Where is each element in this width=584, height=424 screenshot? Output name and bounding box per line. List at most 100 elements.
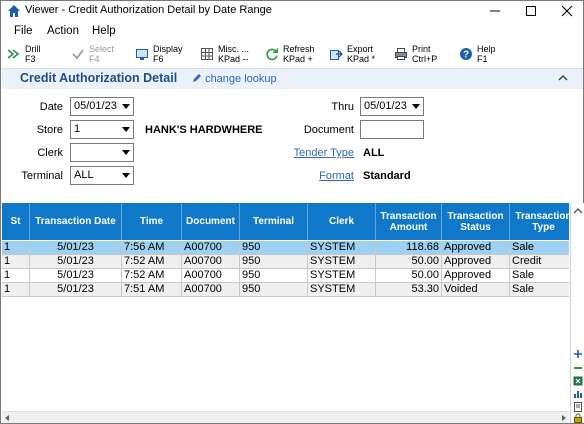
column-header[interactable]: Transaction Type: [510, 203, 569, 240]
store-combo[interactable]: 1: [70, 120, 134, 139]
table-cell: 1: [2, 269, 30, 283]
scroll-right-icon[interactable]: [562, 415, 566, 421]
column-header[interactable]: Clerk: [308, 203, 376, 240]
close-button[interactable]: [549, 1, 584, 21]
page-title: Credit Authorization Detail: [20, 71, 178, 85]
drill-key: F3: [25, 54, 36, 64]
page-icon[interactable]: [573, 402, 583, 412]
print-label: Print: [412, 44, 431, 54]
print-button[interactable]: Print Ctrl+P: [394, 42, 452, 68]
minus-icon[interactable]: [573, 363, 583, 373]
table-cell: 1: [2, 255, 30, 269]
drill-button[interactable]: Drill F3: [7, 42, 65, 68]
change-lookup-label: change lookup: [205, 73, 277, 85]
export-button[interactable]: Export KPad *: [329, 42, 387, 68]
document-label: Document: [303, 124, 354, 136]
column-header[interactable]: St: [2, 203, 30, 240]
table-cell: Credit: [510, 255, 569, 269]
grid-header: St Transaction Date Time Document Terminal Cl…: [2, 203, 569, 240]
excel-icon[interactable]: [573, 376, 583, 386]
chart-icon[interactable]: [573, 389, 583, 399]
table-cell: 7:51 AM: [122, 283, 182, 297]
clerk-combo[interactable]: [70, 143, 134, 162]
table-row[interactable]: 1 5/01/23 7:51 AM A00700 950 SYSTEM 53.30 Voide…: [2, 283, 569, 297]
maximize-button[interactable]: [513, 1, 549, 21]
scroll-left-icon[interactable]: [5, 415, 9, 421]
menu-action[interactable]: Action: [47, 25, 79, 37]
home-icon: [8, 5, 20, 17]
help-label: Help: [477, 44, 496, 54]
date-label: Date: [39, 101, 63, 113]
terminal-combo[interactable]: ALL: [70, 166, 134, 185]
menu-help[interactable]: Help: [92, 25, 116, 37]
display-button[interactable]: Display F6: [135, 42, 193, 68]
display-key: F6: [153, 54, 164, 64]
format-link[interactable]: Format: [281, 170, 354, 182]
column-header[interactable]: Transaction Status: [442, 203, 510, 240]
lock-icon[interactable]: [573, 413, 583, 423]
refresh-icon: [266, 48, 279, 61]
tender-type-link[interactable]: Tender Type: [281, 147, 354, 159]
tender-type-value: ALL: [363, 147, 385, 159]
minimize-button[interactable]: [477, 1, 513, 21]
column-header[interactable]: Document: [182, 203, 240, 240]
table-cell: 7:52 AM: [122, 255, 182, 269]
table-cell: SYSTEM: [308, 241, 376, 255]
horizontal-scrollbar[interactable]: [2, 411, 569, 423]
table-cell: 50.00: [376, 255, 442, 269]
table-cell: Approved: [442, 255, 510, 269]
dropdown-arrow-icon: [412, 104, 420, 109]
store-label: Store: [36, 124, 63, 136]
table-cell: Approved: [442, 269, 510, 283]
refresh-button[interactable]: Refresh KPad +: [265, 42, 323, 68]
toolbar: Drill F3 Select F4 Display F6 Misc. ... …: [1, 42, 583, 68]
store-value: 1: [74, 123, 81, 135]
store-name: HANK'S HARDWHERE: [145, 124, 263, 136]
expand-icon[interactable]: [573, 349, 583, 359]
clerk-label: Clerk: [37, 147, 63, 159]
table-cell: 950: [240, 283, 308, 297]
table-cell: Sale: [510, 241, 569, 255]
column-header[interactable]: Terminal: [240, 203, 308, 240]
thru-combo[interactable]: 05/01/23: [360, 97, 424, 116]
pencil-icon: [193, 74, 201, 82]
misc-button[interactable]: Misc. ... KPad --: [200, 42, 258, 68]
table-cell: SYSTEM: [308, 255, 376, 269]
drill-label: Drill: [25, 44, 41, 54]
table-cell: SYSTEM: [308, 283, 376, 297]
table-cell: 5/01/23: [30, 241, 122, 255]
change-lookup-link[interactable]: change lookup: [192, 73, 277, 85]
select-button[interactable]: Select F4: [71, 42, 129, 68]
side-toolstrip: [570, 203, 584, 423]
table-cell: A00700: [182, 255, 240, 269]
menu-file[interactable]: File: [14, 25, 33, 37]
grid-icon: [201, 48, 213, 60]
column-header[interactable]: Time: [122, 203, 182, 240]
table-cell: 950: [240, 255, 308, 269]
table-cell: 1: [2, 241, 30, 255]
scroll-up-icon[interactable]: [573, 206, 583, 216]
table-cell: 1: [2, 283, 30, 297]
table-row[interactable]: 1 5/01/23 7:56 AM A00700 950 SYSTEM 118.68 Appr…: [2, 241, 569, 255]
thru-value: 05/01/23: [364, 100, 407, 112]
document-input[interactable]: [360, 120, 424, 139]
table-row[interactable]: 1 5/01/23 7:52 AM A00700 950 SYSTEM 50.00 Appro…: [2, 269, 569, 283]
table-cell: 5/01/23: [30, 283, 122, 297]
minimize-icon: [490, 10, 500, 12]
column-header[interactable]: Transaction Amount: [376, 203, 442, 240]
date-combo[interactable]: 05/01/23: [70, 97, 134, 116]
dropdown-arrow-icon: [122, 173, 130, 178]
title-bar: Viewer - Credit Authorization Detail by …: [1, 1, 583, 21]
dropdown-arrow-icon: [122, 150, 130, 155]
table-cell: Sale: [510, 269, 569, 283]
table-row[interactable]: 1 5/01/23 7:52 AM A00700 950 SYSTEM 50.00 Appro…: [2, 255, 569, 269]
column-header[interactable]: Transaction Date: [30, 203, 122, 240]
help-button[interactable]: ? Help F1: [459, 42, 509, 68]
format-value: Standard: [363, 170, 411, 182]
misc-key: KPad --: [218, 54, 249, 64]
collapse-chevron-icon[interactable]: [558, 73, 568, 83]
table-cell: Approved: [442, 241, 510, 255]
svg-text:?: ?: [463, 50, 469, 61]
table-cell: Sale: [510, 283, 569, 297]
misc-label: Misc. ...: [218, 44, 249, 54]
